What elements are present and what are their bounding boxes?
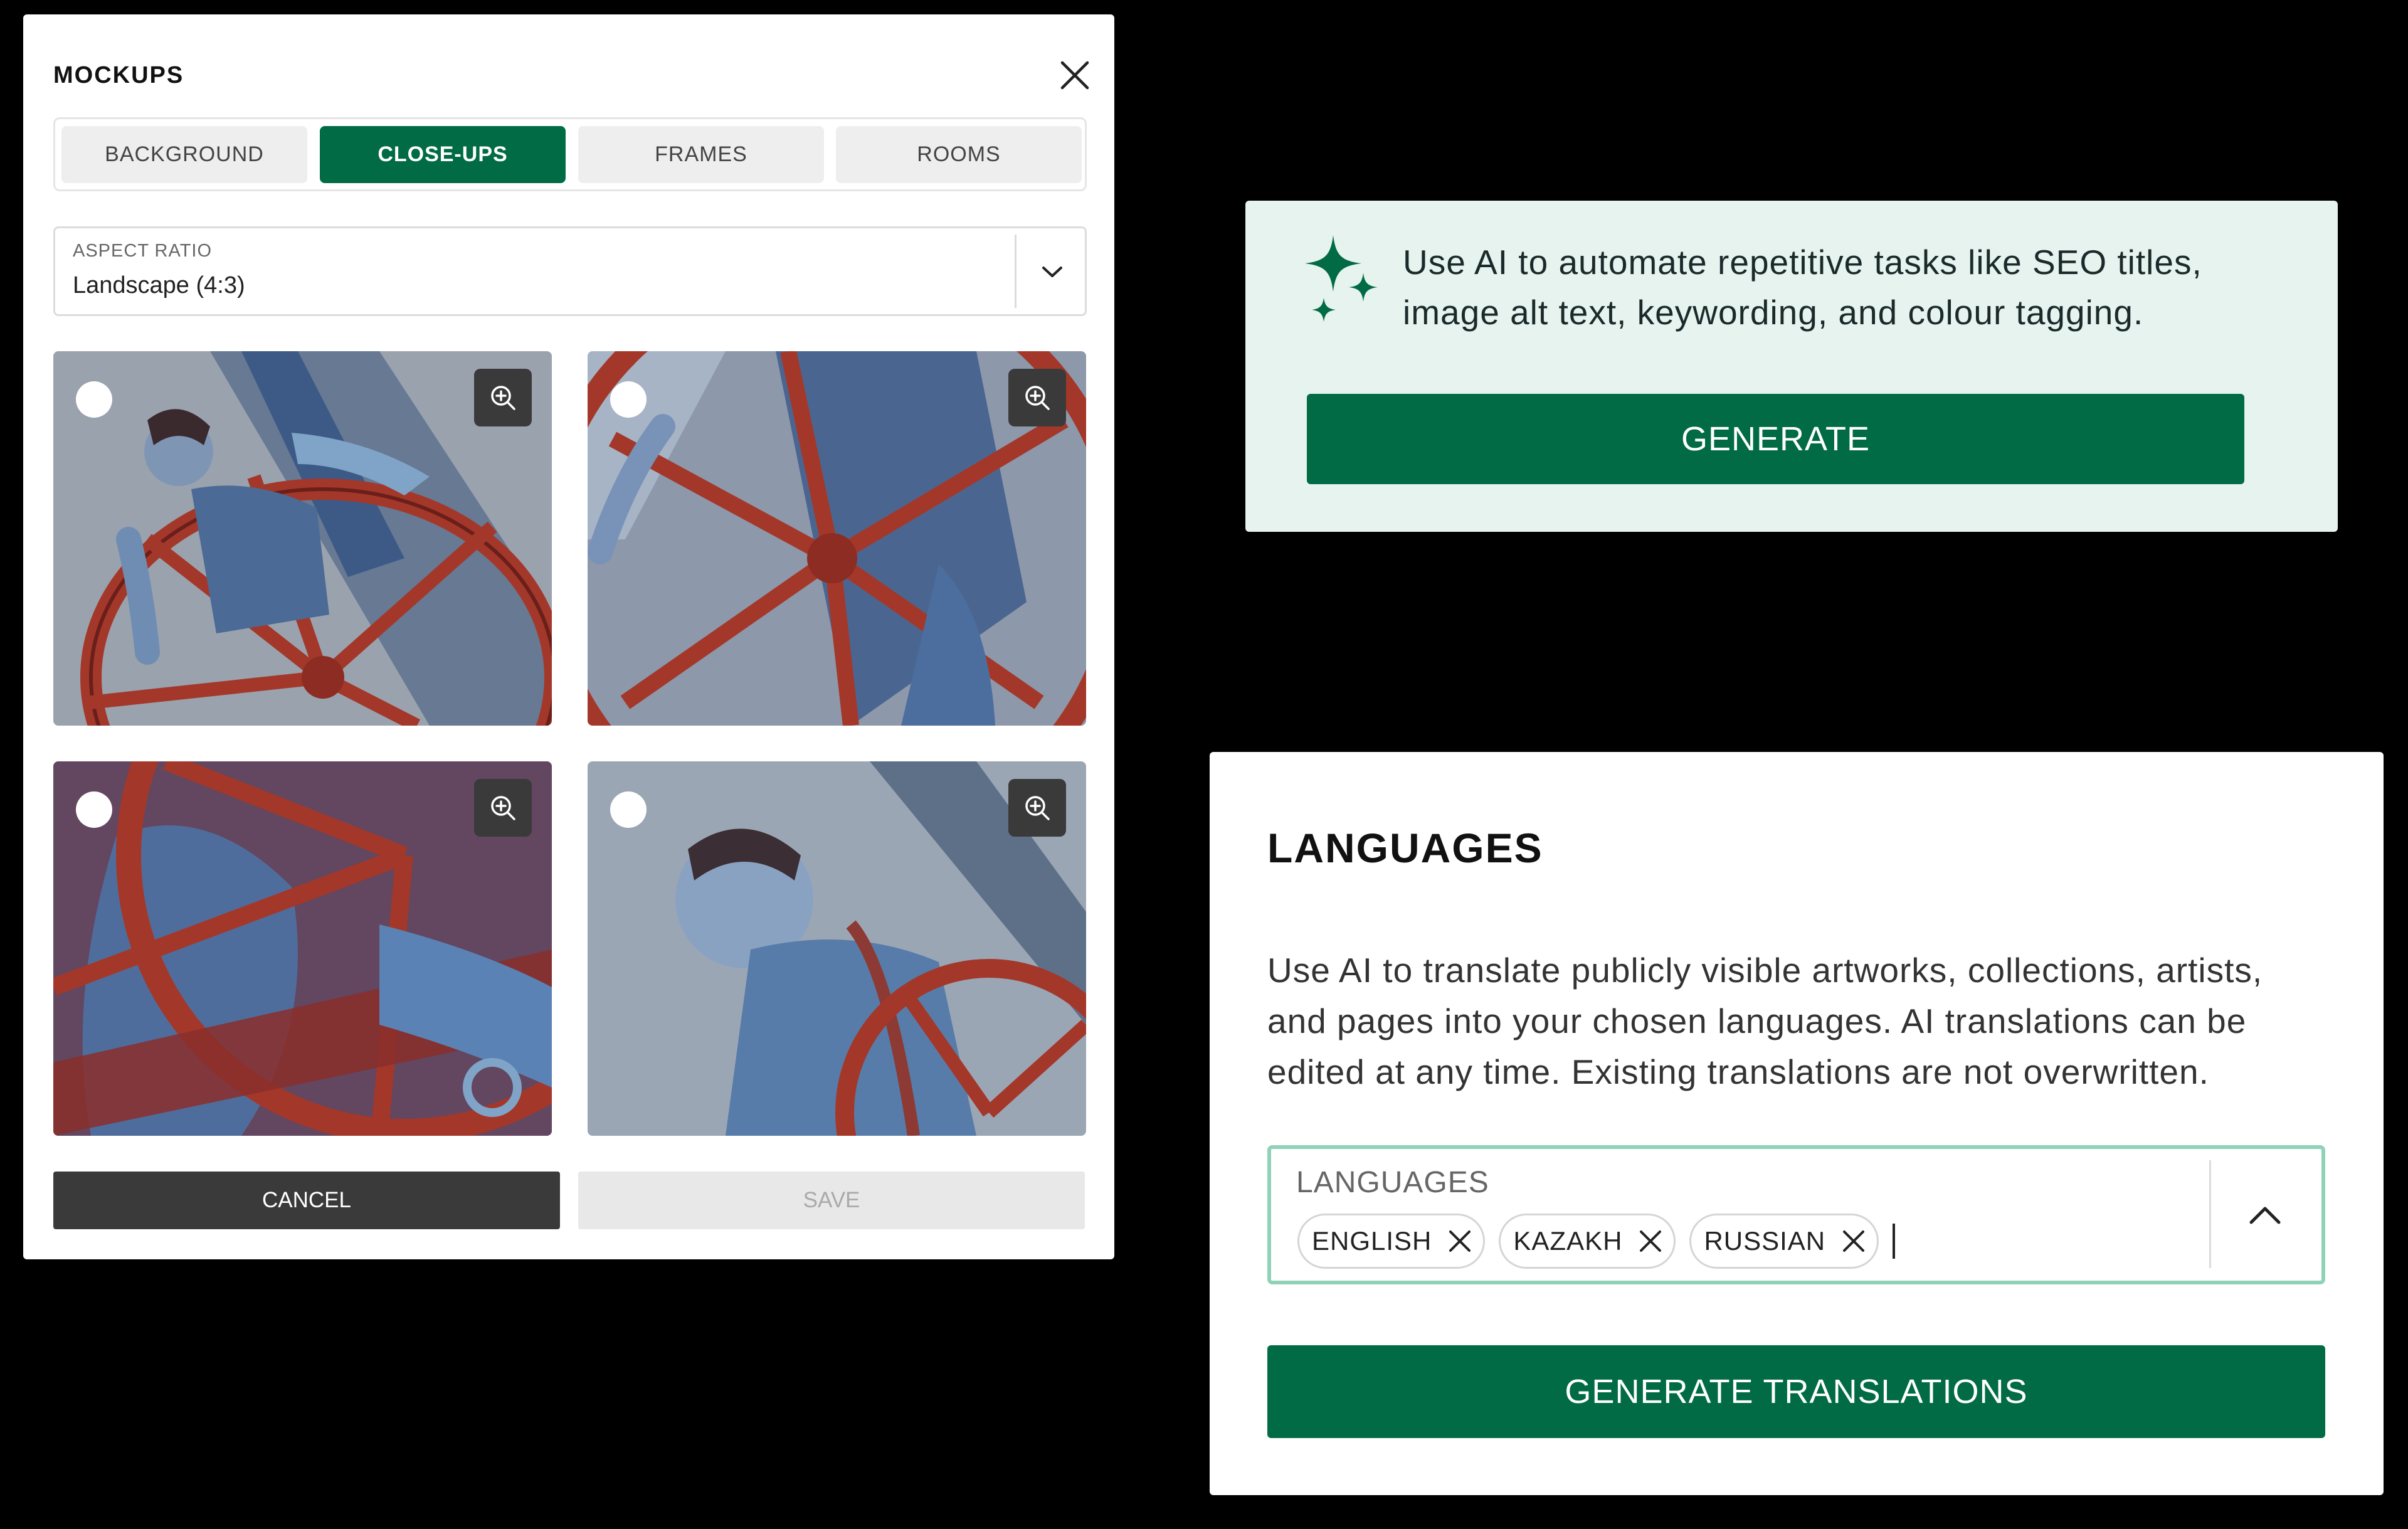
zoom-in-icon: [1025, 386, 1050, 410]
tab-frames[interactable]: FRAMES: [578, 126, 824, 183]
zoom-button[interactable]: [1008, 779, 1066, 837]
mockup-thumbnail[interactable]: [53, 351, 552, 726]
languages-description: Use AI to translate publicly visible art…: [1267, 945, 2346, 1098]
zoom-button[interactable]: [474, 369, 532, 426]
language-chips: ENGLISH KAZAKH RUSSIAN: [1297, 1214, 1896, 1269]
remove-chip-button[interactable]: [1639, 1229, 1662, 1253]
mockup-tabs: BACKGROUND CLOSE-UPS FRAMES ROOMS: [53, 117, 1087, 191]
tab-close-ups[interactable]: CLOSE-UPS: [320, 126, 566, 183]
chevron-down-icon: [1042, 267, 1062, 277]
select-radio[interactable]: [76, 381, 112, 418]
close-button[interactable]: [1047, 47, 1103, 103]
close-icon: [1060, 61, 1089, 90]
remove-chip-button[interactable]: [1448, 1229, 1472, 1253]
remove-chip-button[interactable]: [1842, 1229, 1866, 1253]
languages-title: LANGUAGES: [1267, 825, 1543, 871]
save-button[interactable]: SAVE: [578, 1172, 1085, 1229]
tab-rooms[interactable]: ROOMS: [836, 126, 1082, 183]
aspect-ratio-label: ASPECT RATIO: [73, 241, 213, 261]
languages-field-label: LANGUAGES: [1296, 1166, 1489, 1199]
zoom-in-icon: [491, 386, 515, 410]
close-icon: [1843, 1230, 1865, 1252]
mockup-thumbnail[interactable]: [588, 761, 1086, 1136]
languages-desc-line: edited at any time. Existing translation…: [1267, 1052, 2209, 1091]
chip-label: ENGLISH: [1312, 1226, 1432, 1256]
mockup-thumbnail[interactable]: [588, 351, 1086, 726]
close-icon: [1640, 1230, 1662, 1252]
select-divider: [1015, 235, 1017, 308]
zoom-in-icon: [491, 796, 515, 820]
zoom-in-icon: [1025, 796, 1050, 820]
language-chip-english: ENGLISH: [1297, 1214, 1486, 1269]
collapse-toggle[interactable]: [2237, 1187, 2293, 1243]
tab-background[interactable]: BACKGROUND: [61, 126, 307, 183]
field-divider: [2209, 1160, 2211, 1268]
cancel-button[interactable]: CANCEL: [53, 1172, 560, 1229]
mockups-modal: MOCKUPS BACKGROUND CLOSE-UPS FRAMES ROOM…: [23, 14, 1114, 1259]
languages-card: LANGUAGES Use AI to translate publicly v…: [1210, 752, 2384, 1495]
languages-multiselect[interactable]: LANGUAGES ENGLISH KAZAKH RUSSIAN: [1267, 1145, 2325, 1284]
language-chip-kazakh: KAZAKH: [1499, 1214, 1676, 1269]
ai-card-line: image alt text, keywording, and colour t…: [1403, 293, 2144, 332]
generate-button[interactable]: GENERATE: [1307, 394, 2244, 484]
languages-desc-line: Use AI to translate publicly visible art…: [1267, 951, 2263, 990]
mockup-thumbnail[interactable]: [53, 761, 552, 1136]
chevron-up-icon: [2249, 1207, 2281, 1224]
text-caret[interactable]: [1893, 1224, 1896, 1259]
aspect-ratio-select[interactable]: ASPECT RATIO Landscape (4:3): [53, 226, 1087, 316]
ai-card-description: Use AI to automate repetitive tasks like…: [1403, 237, 2281, 337]
chip-label: KAZAKH: [1513, 1226, 1623, 1256]
ai-automation-card: Use AI to automate repetitive tasks like…: [1245, 201, 2338, 532]
chip-label: RUSSIAN: [1704, 1226, 1826, 1256]
select-radio[interactable]: [610, 791, 647, 828]
generate-translations-button[interactable]: GENERATE TRANSLATIONS: [1267, 1345, 2325, 1438]
zoom-button[interactable]: [1008, 369, 1066, 426]
languages-desc-line: and pages into your chosen languages. AI…: [1267, 1002, 2247, 1040]
zoom-button[interactable]: [474, 779, 532, 837]
select-radio[interactable]: [76, 791, 112, 828]
ai-card-line: Use AI to automate repetitive tasks like…: [1403, 243, 2202, 282]
aspect-ratio-value: Landscape (4:3): [73, 272, 245, 299]
sparkles-icon: [1305, 235, 1378, 322]
language-chip-russian: RUSSIAN: [1689, 1214, 1879, 1269]
modal-title: MOCKUPS: [53, 62, 184, 88]
select-radio[interactable]: [610, 381, 647, 418]
close-icon: [1449, 1230, 1471, 1252]
dropdown-toggle[interactable]: [1024, 250, 1080, 294]
